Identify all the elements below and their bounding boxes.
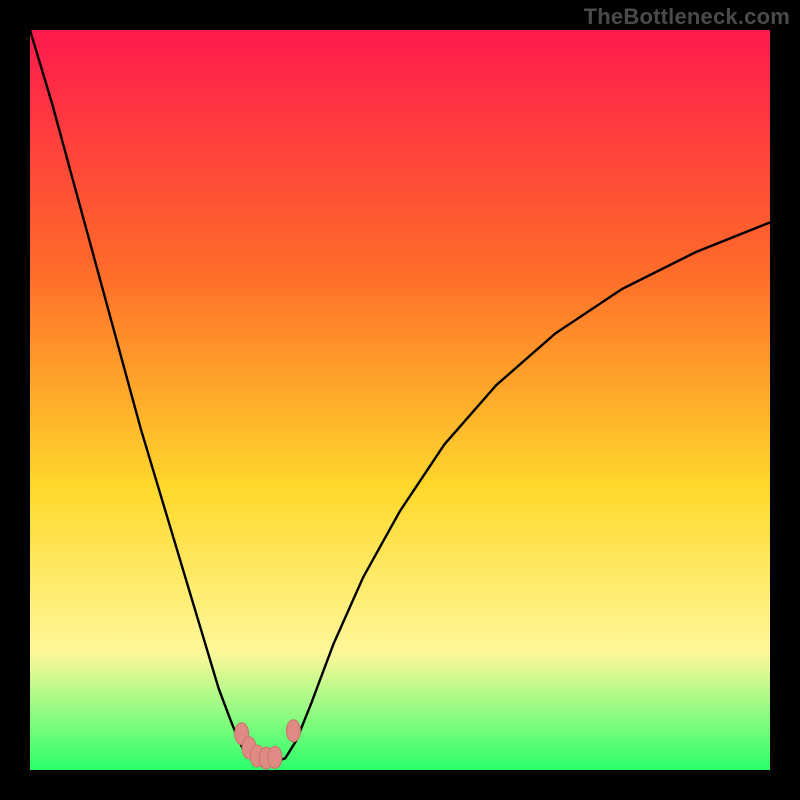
chart-frame: TheBottleneck.com: [0, 0, 800, 800]
plot-svg: [30, 30, 770, 770]
gradient-background: [30, 30, 770, 770]
marker-bottom-3: [268, 746, 282, 768]
marker-right-mark: [286, 720, 300, 742]
plot-area: [30, 30, 770, 770]
watermark-text: TheBottleneck.com: [584, 4, 790, 30]
